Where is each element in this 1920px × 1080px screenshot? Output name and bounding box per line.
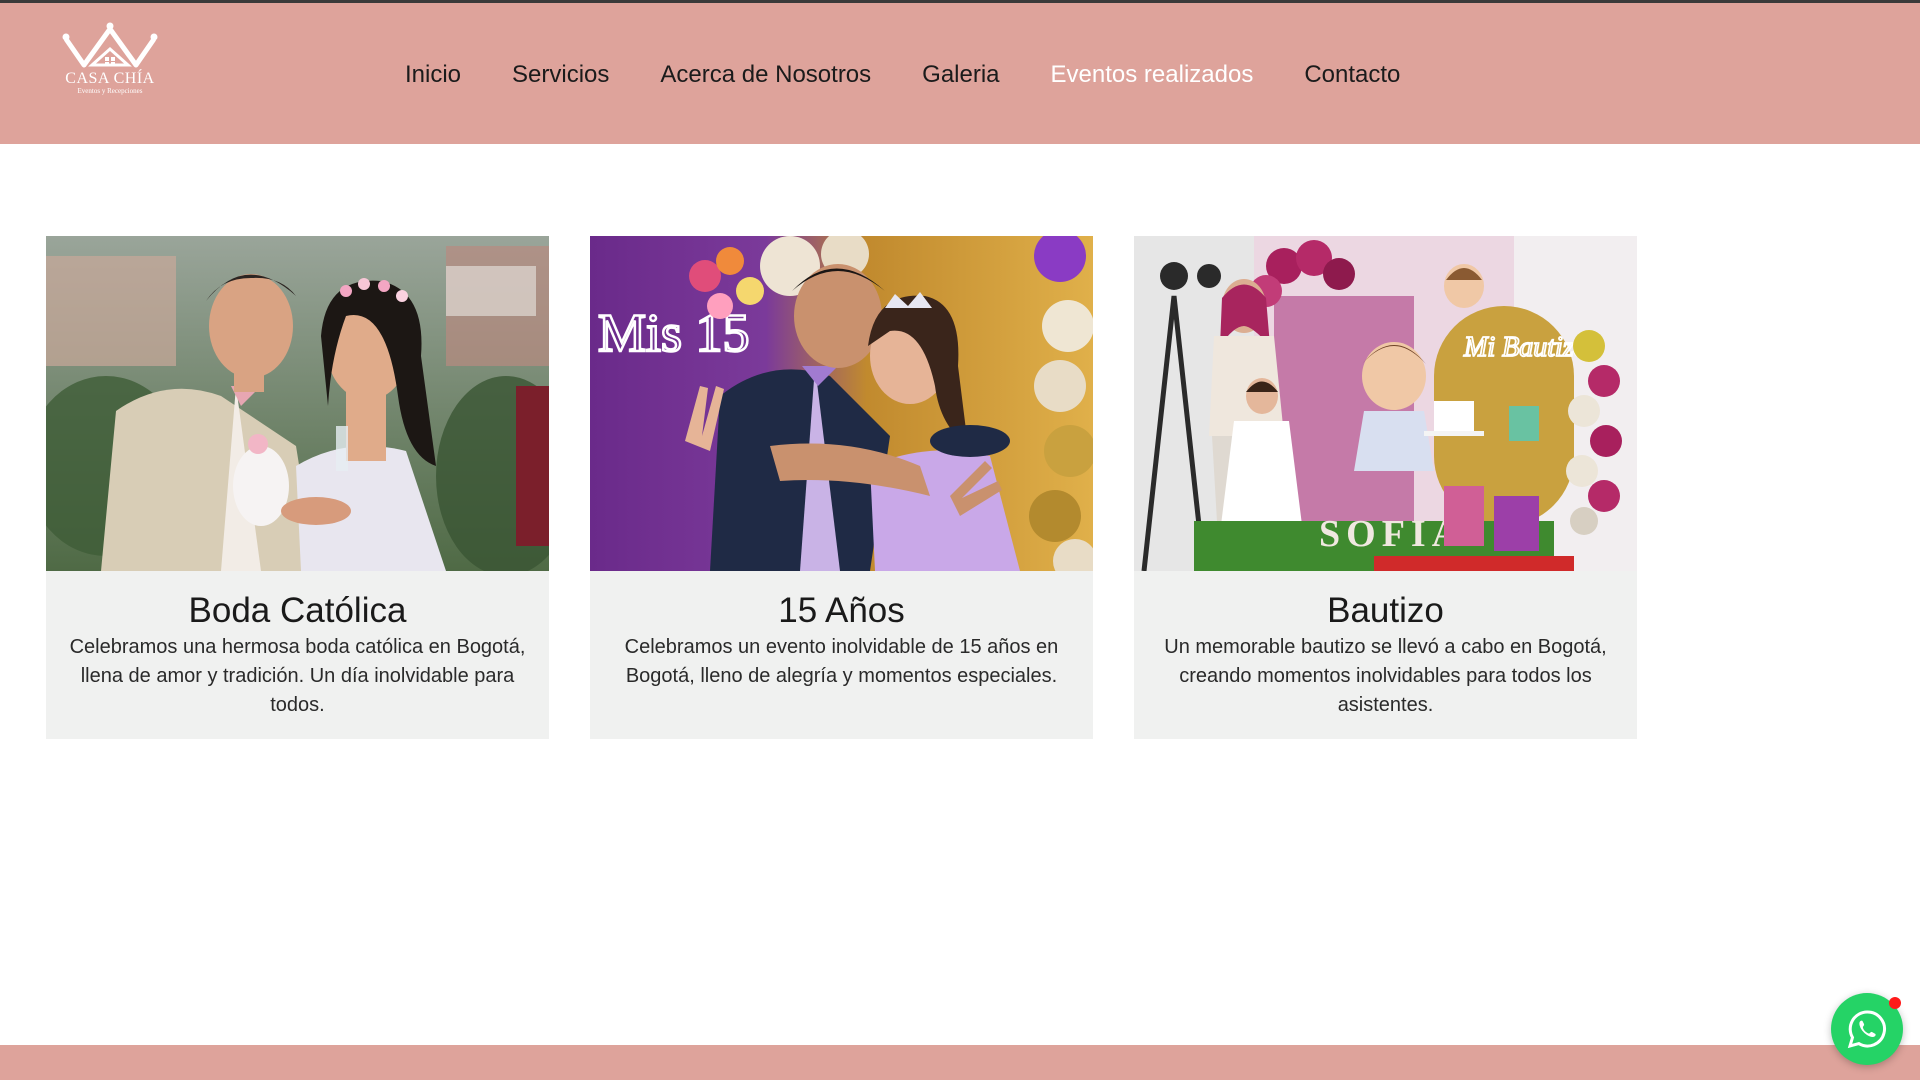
notification-dot [1889,997,1901,1009]
nav-contacto[interactable]: Contacto [1304,61,1400,89]
site-footer [0,1045,1920,1080]
nav-galeria[interactable]: Galeria [922,61,999,89]
whatsapp-button[interactable] [1831,993,1903,1065]
event-card-bautizo[interactable]: Mi Bautizo SOFIA Bautizo Un memorable ba… [1134,236,1637,739]
event-card-15-anos[interactable]: Mis 15 15 Años Celebramos un evento inol… [590,236,1093,739]
card-description: Celebramos un evento inolvidable de 15 a… [624,636,1059,687]
card-title: 15 Años [778,591,905,630]
event-card-boda[interactable]: Boda Católica Celebramos una hermosa bod… [46,236,549,739]
crown-house-icon [62,22,158,68]
nav-acerca[interactable]: Acerca de Nosotros [660,61,871,89]
main-nav: Inicio Servicios Acerca de Nosotros Gale… [405,58,1451,92]
logo-subtitle: Eventos y Recepciones [77,87,143,95]
nav-servicios[interactable]: Servicios [512,61,609,89]
card-description: Un memorable bautizo se llevó a cabo en … [1164,636,1607,716]
neon-sign: Mi Bautizo [1463,332,1588,363]
whatsapp-icon [1847,1010,1886,1049]
card-title: Boda Católica [188,591,407,630]
wedding-photo [46,236,549,571]
quinceanera-photo: Mis 15 [590,236,1093,571]
page: CASA CHÍA Eventos y Recepciones Inicio S… [0,0,1920,1080]
site-logo[interactable]: CASA CHÍA Eventos y Recepciones [60,21,160,111]
card-description: Celebramos una hermosa boda católica en … [69,636,526,716]
nav-eventos-realizados[interactable]: Eventos realizados [1051,61,1254,89]
events-grid: Boda Católica Celebramos una hermosa bod… [46,236,1637,740]
baptism-photo: Mi Bautizo SOFIA [1134,236,1637,571]
nav-inicio[interactable]: Inicio [405,61,461,89]
name-banner: SOFIA [1319,513,1465,555]
card-title: Bautizo [1327,591,1444,630]
site-header: CASA CHÍA Eventos y Recepciones Inicio S… [0,0,1920,144]
logo-name: CASA CHÍA [65,70,155,87]
